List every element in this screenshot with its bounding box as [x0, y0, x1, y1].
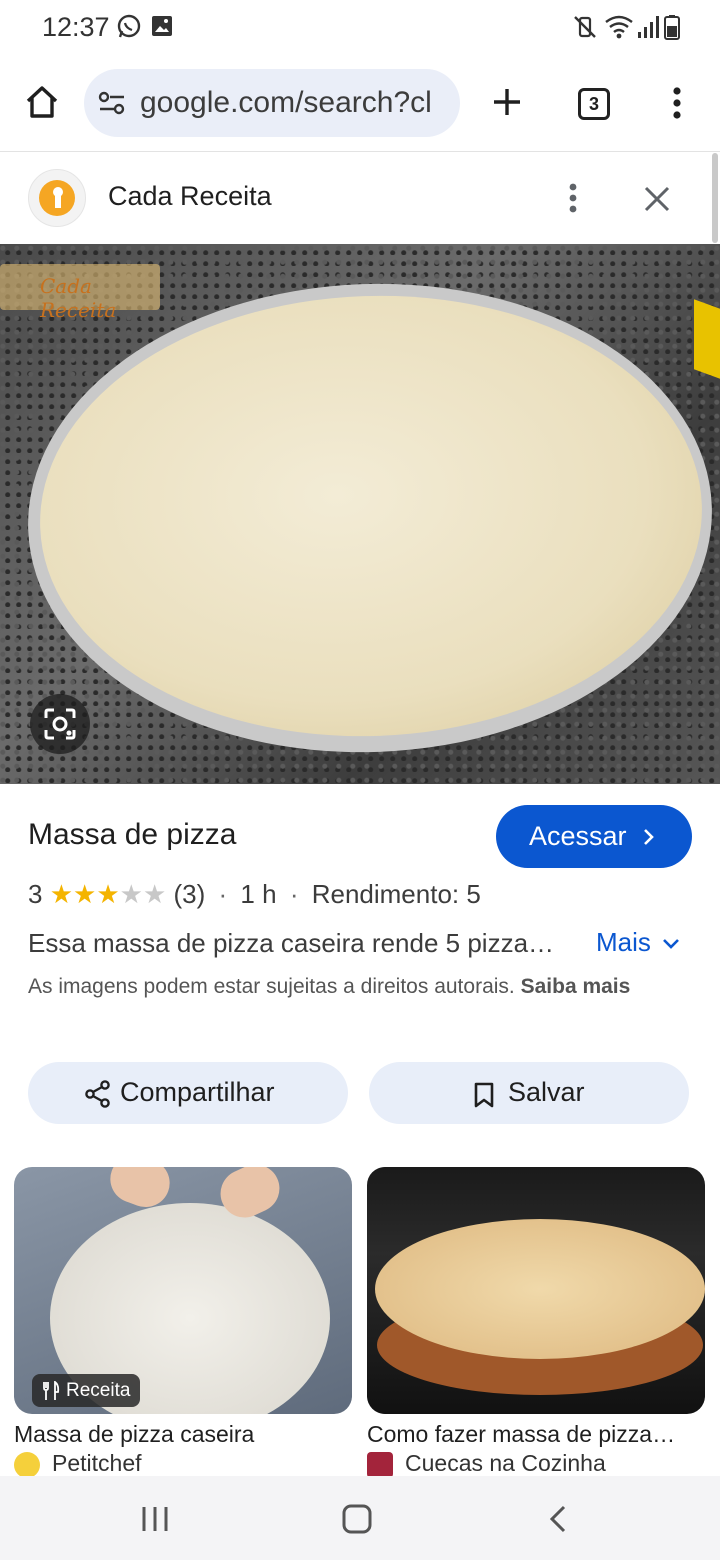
url-text: google.com/search?cl — [140, 86, 432, 119]
related-title[interactable]: Massa de pizza caseira — [14, 1421, 254, 1448]
more-vert-icon[interactable] — [566, 183, 580, 215]
pizza-dough — [375, 1219, 705, 1359]
learn-more-link[interactable]: Saiba mais — [521, 975, 631, 998]
close-icon[interactable] — [643, 185, 671, 213]
lens-button[interactable] — [30, 694, 90, 754]
share-button[interactable]: Compartilhar — [28, 1062, 348, 1124]
chef-hat-icon — [53, 187, 63, 208]
related-image-2[interactable] — [367, 1167, 705, 1414]
result-meta: 3 ★★★★★ (3) · 1 h · Rendimento: 5 — [28, 879, 481, 910]
more-vert-icon[interactable] — [670, 86, 684, 120]
copyright-text: As imagens podem estar sujeitas a direit… — [28, 975, 515, 998]
home-nav-icon[interactable] — [341, 1503, 373, 1535]
separator-dot: · — [218, 879, 228, 909]
related-source: Cuecas na Cozinha — [405, 1450, 606, 1476]
source-favicon — [367, 1452, 393, 1478]
chevron-down-icon — [663, 939, 680, 949]
whatsapp-icon — [117, 14, 141, 38]
recipe-yield: Rendimento: 5 — [311, 879, 481, 909]
star-empty-icon: ★ — [142, 879, 167, 909]
share-label: Compartilhar — [120, 1077, 275, 1107]
bookmark-icon — [474, 1082, 494, 1108]
related-source: Petitchef — [52, 1450, 142, 1476]
save-label: Salvar — [508, 1077, 585, 1107]
yellow-object — [694, 299, 720, 379]
result-title: Massa de pizza — [28, 818, 237, 851]
wifi-icon — [605, 15, 633, 39]
back-icon[interactable] — [548, 1504, 568, 1534]
system-nav-bar — [0, 1476, 720, 1560]
cook-time: 1 h — [240, 879, 277, 909]
utensils-icon — [43, 1381, 60, 1400]
copyright-notice: As imagens podem estar sujeitas a direit… — [28, 971, 688, 1003]
home-icon[interactable] — [24, 84, 60, 120]
site-settings-icon[interactable] — [98, 91, 126, 115]
related-title[interactable]: Como fazer massa de pizza… — [367, 1421, 675, 1448]
rating-count: (3) — [173, 879, 206, 909]
tab-switcher-button[interactable]: 3 — [578, 88, 610, 120]
lens-icon — [44, 708, 76, 740]
battery-icon — [664, 15, 680, 40]
status-bar: 12:37 — [0, 0, 720, 56]
site-logo — [28, 169, 86, 227]
watermark-text: Cada Receita — [40, 274, 117, 322]
result-description: Essa massa de pizza caseira rende 5 pizz… — [28, 928, 555, 958]
recent-apps-icon[interactable] — [141, 1504, 169, 1534]
more-label: Mais — [596, 927, 651, 957]
scrollbar[interactable] — [712, 153, 718, 243]
star-empty-icon: ★ — [119, 879, 143, 909]
source-favicon — [14, 1452, 40, 1478]
rating-stars: ★★★★★ — [50, 879, 167, 909]
rating-value: 3 — [28, 879, 43, 909]
source-header: Cada Receita — [0, 153, 720, 244]
site-name: Cada Receita — [108, 181, 272, 211]
vibrate-mute-icon — [574, 16, 596, 38]
star-filled-icon: ★ — [49, 879, 74, 909]
gallery-icon — [152, 16, 172, 36]
share-icon — [85, 1080, 110, 1108]
browser-toolbar: google.com/search?cl 3 — [0, 56, 720, 152]
visit-button[interactable]: Acessar — [496, 805, 692, 868]
status-time: 12:37 — [42, 12, 110, 42]
chevron-right-icon — [644, 829, 654, 845]
save-button[interactable]: Salvar — [369, 1062, 689, 1124]
image-watermark: Cada Receita — [0, 264, 160, 322]
separator-dot: · — [289, 879, 299, 909]
signal-icon — [638, 16, 659, 38]
star-filled-icon: ★ — [73, 879, 97, 909]
hero-image[interactable]: Cada Receita — [0, 244, 720, 784]
recipe-badge: Receita — [32, 1374, 141, 1407]
new-tab-icon[interactable] — [492, 87, 522, 117]
visit-label: Acessar — [529, 821, 627, 851]
star-filled-icon: ★ — [96, 879, 120, 909]
address-bar[interactable]: google.com/search?cl — [84, 69, 460, 137]
more-button[interactable]: Mais — [596, 927, 680, 958]
badge-label: Receita — [66, 1380, 131, 1401]
